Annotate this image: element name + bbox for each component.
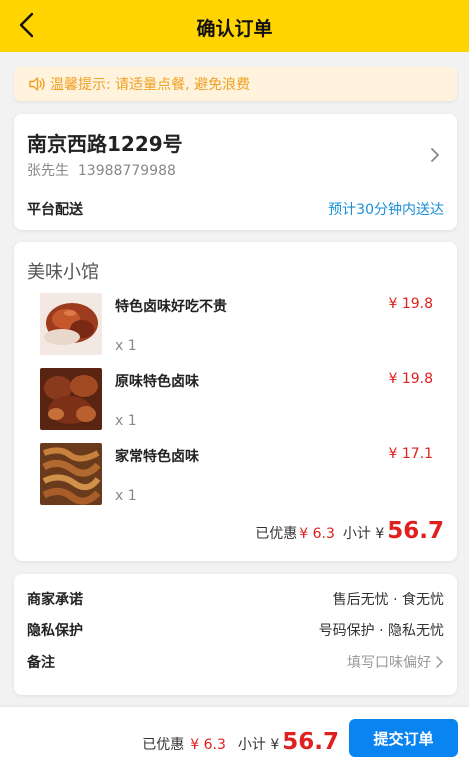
item-name: 原味特色卤味 [115, 374, 199, 390]
food-thumbnail [40, 443, 102, 505]
order-card: 美味小馆 特色卤味好吃不贵 ¥ 19.8 x 1 原味特色卤味 ¥ 19.8 x… [14, 242, 457, 561]
merchant-promise-row: 商家承诺 售后无忧 · 食无忧 [27, 589, 444, 609]
food-thumbnail [40, 293, 102, 355]
order-item: 家常特色卤味 ¥ 17.1 x 1 [14, 443, 457, 507]
privacy-label: 隐私保护 [27, 623, 83, 639]
delivery-method-label: 平台配送 [27, 202, 83, 218]
order-item: 原味特色卤味 ¥ 19.8 x 1 [14, 368, 457, 432]
bottom-action-bar: 已优惠 ¥ 6.3 小计 ¥ 56.7 提交订单 [0, 707, 469, 774]
privacy-value: 号码保护 · 隐私无忧 [318, 623, 444, 639]
discount-label: 已优惠 [255, 526, 298, 542]
item-quantity: x 1 [115, 413, 137, 429]
delivery-time-estimate: 预计30分钟内送达 [328, 202, 444, 218]
promise-label: 商家承诺 [27, 592, 83, 608]
item-price: ¥ 19.8 [388, 296, 433, 312]
notice-text: 温馨提示: 请适量点餐, 避免浪费 [50, 77, 251, 93]
note-placeholder: 填写口味偏好 [347, 655, 431, 671]
note-row[interactable]: 备注 填写口味偏好 [27, 652, 444, 672]
item-quantity: x 1 [115, 488, 137, 504]
address-contact: 张先生 13988779988 [27, 163, 176, 179]
item-price: ¥ 17.1 [388, 446, 433, 462]
item-quantity: x 1 [115, 338, 137, 354]
privacy-row: 隐私保护 号码保护 · 隐私无忧 [27, 620, 444, 640]
subtotal-label: 小计 ¥ [342, 526, 385, 542]
top-nav-bar: 确认订单 [0, 0, 469, 52]
address-line: 南京西路1229号 [27, 132, 183, 156]
discount-value: ¥ 6.3 [299, 526, 335, 542]
speaker-icon [29, 77, 45, 91]
item-name: 家常特色卤味 [115, 449, 199, 465]
info-card: 商家承诺 售后无忧 · 食无忧 隐私保护 号码保护 · 隐私无忧 备注 填写口味… [14, 574, 457, 695]
order-item: 特色卤味好吃不贵 ¥ 19.8 x 1 [14, 293, 457, 357]
chevron-right-icon[interactable] [429, 146, 441, 164]
chevron-right-icon [436, 656, 443, 668]
note-field[interactable]: 填写口味偏好 [347, 652, 444, 672]
subtotal-label: 小计 ¥ [237, 737, 280, 753]
notice-banner: 温馨提示: 请适量点餐, 避免浪费 [14, 67, 457, 101]
subtotal-value: 56.7 [282, 729, 339, 755]
discount-label: 已优惠 [142, 737, 185, 753]
shop-name: 美味小馆 [27, 262, 99, 283]
discount-value: ¥ 6.3 [190, 737, 226, 753]
subtotal-value: 56.7 [387, 518, 444, 544]
food-thumbnail [40, 368, 102, 430]
bottom-summary: 已优惠 ¥ 6.3 小计 ¥ 56.7 [142, 729, 339, 755]
note-label: 备注 [27, 655, 55, 671]
address-card[interactable]: 南京西路1229号 张先生 13988779988 平台配送 预计30分钟内送达 [14, 114, 457, 230]
page-title: 确认订单 [196, 18, 273, 40]
order-summary: 已优惠 ¥ 6.3 小计 ¥ 56.7 [255, 518, 444, 544]
item-price: ¥ 19.8 [388, 371, 433, 387]
promise-value: 售后无忧 · 食无忧 [332, 592, 444, 608]
submit-order-button[interactable]: 提交订单 [349, 719, 458, 757]
item-name: 特色卤味好吃不贵 [115, 299, 227, 315]
